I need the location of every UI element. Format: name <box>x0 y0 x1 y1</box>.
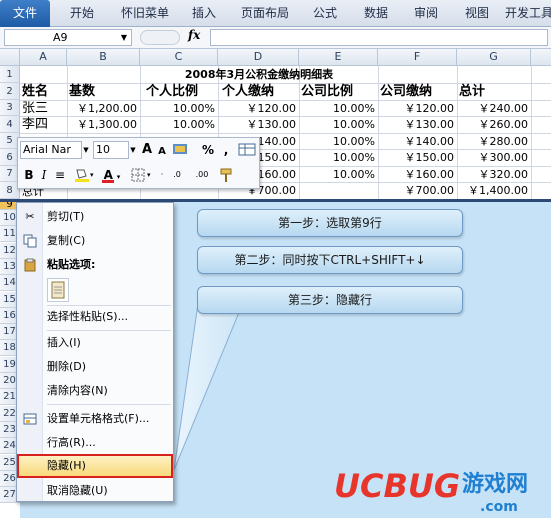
logo-brand: UCBUG <box>334 467 460 505</box>
format-cells-icon <box>23 412 37 426</box>
ucbug-logo: UCBUG 游戏网 .com <box>330 459 550 515</box>
menu-row-height-label: 行高(R)... <box>47 436 96 449</box>
menu-delete[interactable]: 删除(D) <box>17 356 173 378</box>
italic-button[interactable]: I <box>38 166 50 184</box>
menu-copy-label: 复制(C) <box>47 234 86 247</box>
scissors-icon: ✂ <box>25 210 35 223</box>
font-name-value: Arial Nar <box>23 143 71 156</box>
copy-icon <box>23 234 37 248</box>
borders-icon[interactable]: ▾ <box>130 166 156 184</box>
menu-hide-label: 隐藏(H) <box>47 459 86 472</box>
decrease-decimal-button[interactable]: .00 <box>190 166 214 184</box>
accounting-format-icon[interactable] <box>170 141 192 159</box>
menu-paste-special[interactable]: 选择性粘贴(S)... <box>17 306 173 328</box>
menu-paste-special-label: 选择性粘贴(S)... <box>47 310 129 323</box>
menu-cut-label: 剪切(T) <box>47 210 85 223</box>
menu-copy[interactable]: 复制(C) <box>17 230 173 252</box>
grow-font-button[interactable]: A <box>140 141 154 159</box>
font-size-field[interactable]: 10 <box>93 141 129 159</box>
bold-button[interactable]: B <box>22 166 36 184</box>
callout-step1: 第一步：选取第9行 <box>197 209 463 237</box>
font-size-value: 10 <box>96 143 110 156</box>
menu-format-cells[interactable]: 设置单元格格式(F)... <box>17 408 173 430</box>
menu-cut[interactable]: ✂ 剪切(T) <box>17 206 173 228</box>
paste-icon <box>51 281 65 299</box>
menu-clear-contents-label: 清除内容(N) <box>47 384 108 397</box>
increase-decimal-button[interactable]: .0 <box>166 166 188 184</box>
font-color-button[interactable]: A ▾ <box>100 166 124 184</box>
menu-unhide[interactable]: 取消隐藏(U) <box>17 480 173 502</box>
center-align-button[interactable]: ≡ <box>52 166 68 184</box>
menu-row-height[interactable]: 行高(R)... <box>17 432 173 454</box>
callout-step2: 第二步：同时按下CTRL+SHIFT+↓ <box>197 246 463 274</box>
callout-step3: 第三步：隐藏行 <box>197 286 463 314</box>
menu-separator <box>47 404 171 405</box>
menu-format-cells-label: 设置单元格格式(F)... <box>47 412 150 425</box>
logo-cn: 游戏网 <box>462 471 528 497</box>
comma-button[interactable]: , <box>220 141 232 159</box>
svg-text:▾: ▾ <box>147 171 151 179</box>
clipboard-icon <box>23 258 37 272</box>
logo-domain: .com <box>480 499 518 515</box>
fill-color-icon[interactable]: ▾ <box>72 166 96 184</box>
context-menu: ✂ 剪切(T) 复制(C) 粘贴选项: 选择性粘贴(S)... 插入(I) 删除… <box>16 202 174 502</box>
svg-text:▾: ▾ <box>90 171 94 179</box>
menu-hide[interactable]: 隐藏(H) <box>17 454 173 478</box>
menu-clear-contents[interactable]: 清除内容(N) <box>17 380 173 402</box>
paste-button[interactable] <box>47 278 69 302</box>
format-painter-table-icon[interactable] <box>238 141 256 159</box>
menu-insert[interactable]: 插入(I) <box>17 332 173 354</box>
logo-graphic: UCBUG 游戏网 .com <box>334 467 528 515</box>
percent-button[interactable]: % <box>200 141 216 159</box>
separator-dot: · <box>160 170 164 179</box>
chevron-down-icon[interactable]: ▼ <box>129 141 137 159</box>
shrink-font-button[interactable]: A <box>156 143 168 161</box>
mini-toolbar: Arial Nar ▼ 10 ▼ A A % , B I ≡ ▾ A ▾ ▾ ·… <box>17 137 260 189</box>
menu-unhide-label: 取消隐藏(U) <box>47 484 108 497</box>
chevron-down-icon[interactable]: ▼ <box>82 141 90 159</box>
font-name-field[interactable]: Arial Nar <box>20 141 82 159</box>
menu-separator <box>47 330 171 331</box>
menu-paste-options: 粘贴选项: <box>17 254 173 276</box>
menu-paste-options-label: 粘贴选项: <box>47 258 96 271</box>
format-painter-icon[interactable] <box>218 166 236 184</box>
menu-delete-label: 删除(D) <box>47 360 87 373</box>
menu-insert-label: 插入(I) <box>47 336 81 349</box>
